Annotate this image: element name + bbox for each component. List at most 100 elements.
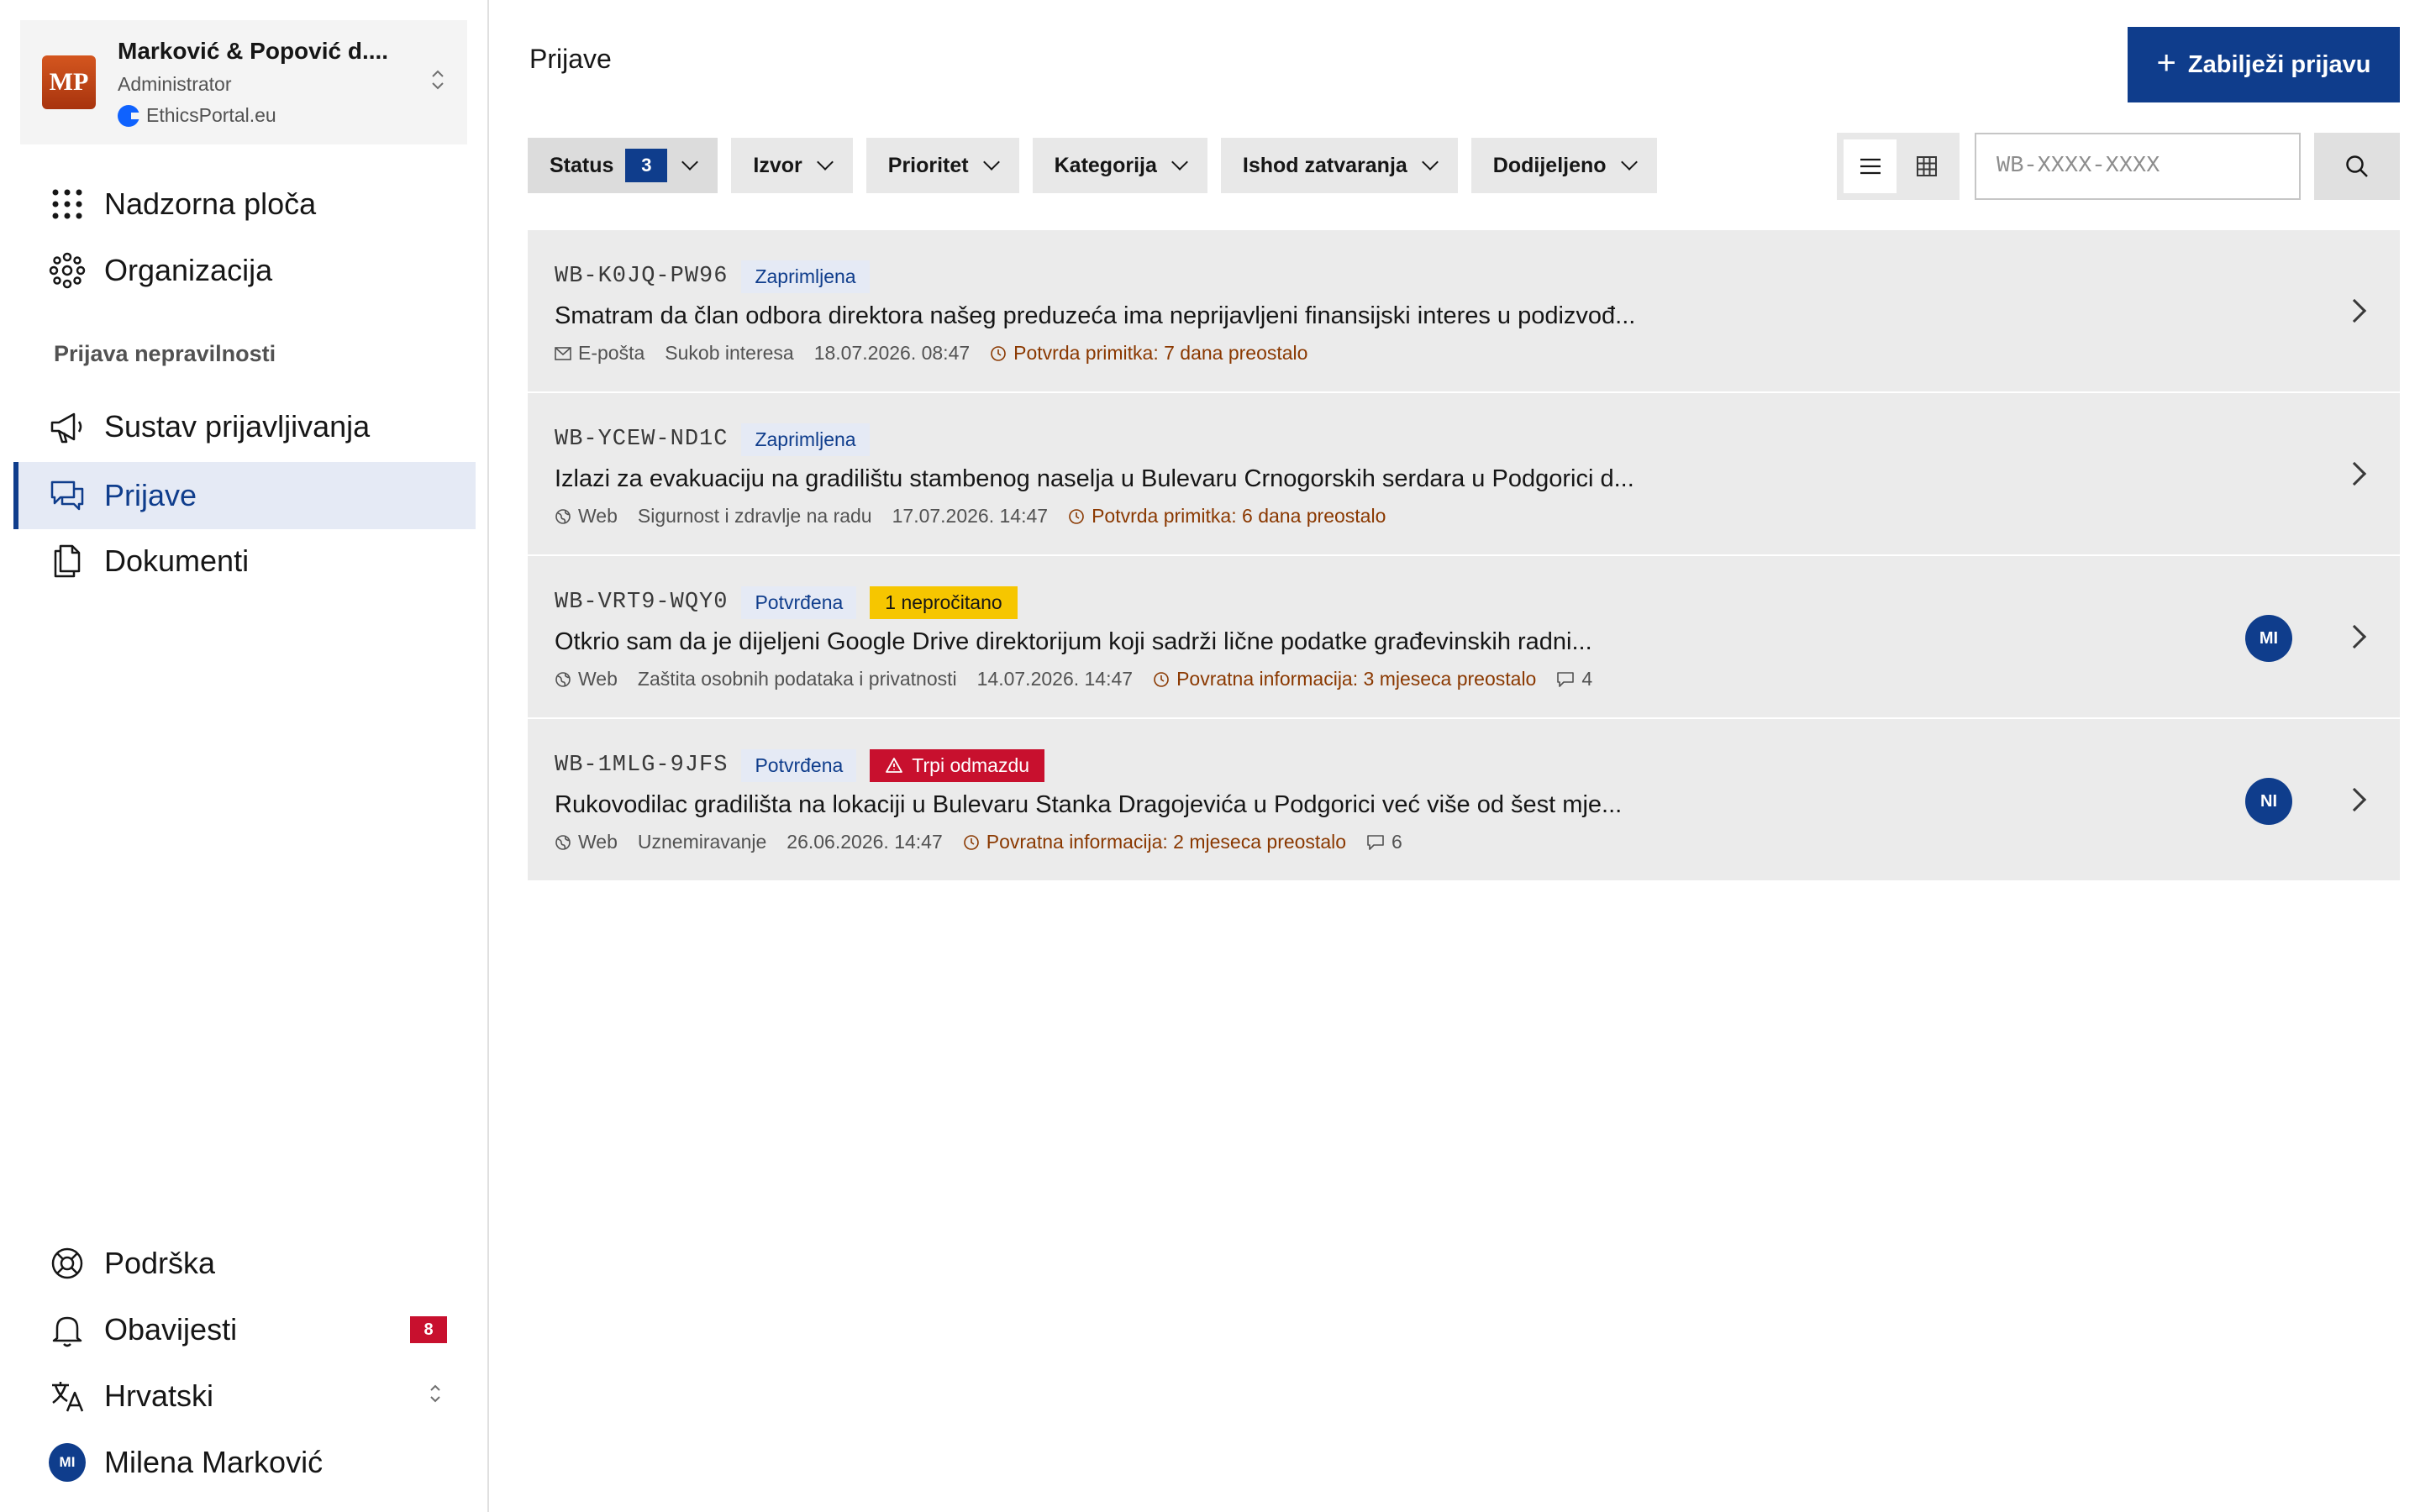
organization-logo: MP bbox=[42, 55, 96, 109]
filter-assigned[interactable]: Dodijeljeno bbox=[1470, 138, 1657, 193]
nav-label-dashboard: Nadzorna ploča bbox=[104, 186, 317, 221]
nav-label-language: Hrvatski bbox=[104, 1378, 214, 1413]
clock-icon bbox=[1154, 671, 1169, 687]
nav-item-organization[interactable]: Organizacija bbox=[13, 237, 476, 304]
report-title: Rukovodilac gradilišta na lokaciji u Bul… bbox=[555, 791, 1623, 818]
nav-item-documents[interactable]: Dokumenti bbox=[13, 528, 476, 595]
report-meta: E-pošta Sukob interesa 18.07.2026. 08:47… bbox=[555, 342, 2400, 365]
clock-icon bbox=[963, 834, 979, 850]
filter-category-label: Kategorija bbox=[1054, 153, 1157, 177]
report-channel-label: E-pošta bbox=[578, 342, 645, 364]
nav-label-reports: Prijave bbox=[104, 478, 197, 512]
nav-label-documents: Dokumenti bbox=[104, 543, 250, 578]
report-row[interactable]: WB-1MLG-9JFS Potvrđena Trpi odmazdu Ruko… bbox=[528, 719, 2400, 882]
sidebar: MP Marković & Popović d.... Administrato… bbox=[0, 0, 489, 1512]
chevron-down-icon bbox=[982, 154, 1000, 171]
assignee-avatar: NI bbox=[2245, 778, 2292, 825]
filter-status[interactable]: Status 3 bbox=[528, 138, 718, 193]
chevron-down-icon bbox=[1620, 154, 1638, 171]
nav-section-heading: Prijava nepravilnosti bbox=[54, 341, 276, 366]
user-avatar-initials: MI bbox=[49, 1443, 86, 1482]
portal-label: EthicsPortal.eu bbox=[118, 104, 430, 127]
nav-item-notifications[interactable]: Obavijesti 8 bbox=[13, 1296, 476, 1363]
report-deadline: Povratna informacija: 3 mjeseca preostal… bbox=[1153, 668, 1536, 690]
report-row[interactable]: WB-K0JQ-PW96 Zaprimljena Smatram da član… bbox=[528, 230, 2400, 393]
nav-item-language[interactable]: Hrvatski bbox=[13, 1362, 476, 1430]
nav-item-reporting-system[interactable]: Sustav prijavljivanja bbox=[13, 393, 476, 460]
status-badge: Potvrđena bbox=[741, 748, 857, 782]
report-date: 18.07.2026. 08:47 bbox=[813, 342, 971, 364]
new-report-button[interactable]: + Zabilježi prijavu bbox=[2128, 27, 2400, 102]
nav-item-user-profile[interactable]: MI Milena Marković bbox=[13, 1429, 476, 1496]
report-id: WB-K0JQ-PW96 bbox=[555, 264, 729, 289]
report-deadline-label: Povratna informacija: 3 mjeseca preostal… bbox=[1176, 668, 1537, 690]
status-badge: Zaprimljena bbox=[741, 423, 870, 456]
report-deadline-label: Potvrda primitka: 6 dana preostalo bbox=[1092, 505, 1386, 527]
report-title: Smatram da član odbora direktora našeg p… bbox=[555, 302, 1636, 329]
report-id-search-input[interactable] bbox=[1975, 133, 2301, 200]
warning-triangle-icon bbox=[886, 758, 903, 773]
report-comments-count: 6 bbox=[1392, 831, 1402, 853]
filter-source[interactable]: Izvor bbox=[731, 138, 853, 193]
report-row[interactable]: WB-YCEW-ND1C Zaprimljena Izlazi za evaku… bbox=[528, 393, 2400, 556]
report-deadline-label: Potvrda primitka: 7 dana preostalo bbox=[1013, 342, 1308, 364]
envelope-icon bbox=[555, 346, 571, 360]
translate-icon bbox=[49, 1378, 86, 1415]
report-deadline-label: Povratna informacija: 2 mjeseca preostal… bbox=[986, 831, 1347, 853]
chevron-down-icon bbox=[681, 154, 699, 171]
nav-item-support[interactable]: Podrška bbox=[13, 1230, 476, 1297]
report-channel-label: Web bbox=[578, 668, 618, 690]
chevron-down-icon bbox=[816, 154, 834, 171]
report-date: 17.07.2026. 14:47 bbox=[892, 505, 1049, 527]
nav-label-notifications: Obavijesti bbox=[104, 1312, 238, 1347]
user-role: Administrator bbox=[118, 73, 232, 95]
status-badge: Zaprimljena bbox=[741, 260, 870, 293]
table-view-button[interactable] bbox=[1900, 139, 1953, 193]
documents-icon bbox=[49, 543, 86, 580]
nav-label-user-name: Milena Marković bbox=[104, 1445, 324, 1479]
filter-source-label: Izvor bbox=[753, 153, 802, 177]
globe-icon bbox=[555, 671, 571, 687]
nav-label-support: Podrška bbox=[104, 1246, 216, 1280]
report-id: WB-VRT9-WQY0 bbox=[555, 590, 729, 615]
report-meta: Web Zaštita osobnih podataka i privatnos… bbox=[555, 668, 2400, 690]
filter-status-count-badge: 3 bbox=[625, 149, 668, 182]
report-channel: Web bbox=[555, 505, 618, 528]
organization-network-icon bbox=[49, 252, 86, 289]
retaliation-alert-label: Trpi odmazdu bbox=[912, 753, 1030, 776]
globe-icon bbox=[555, 508, 571, 524]
filter-category[interactable]: Kategorija bbox=[1032, 138, 1207, 193]
report-title: Otkrio sam da je dijeljeni Google Drive … bbox=[555, 628, 1592, 655]
report-category: Uznemiravanje bbox=[637, 831, 767, 853]
portal-logo-icon bbox=[118, 104, 141, 127]
status-badge: Potvrđena bbox=[741, 585, 857, 619]
chevron-up-down-icon bbox=[429, 1383, 442, 1410]
filter-priority[interactable]: Prioritet bbox=[865, 138, 1019, 193]
assignee-avatar: MI bbox=[2245, 615, 2292, 662]
comment-icon bbox=[1367, 834, 1384, 850]
list-icon bbox=[1860, 158, 1881, 175]
nav-item-dashboard[interactable]: Nadzorna ploča bbox=[13, 171, 476, 238]
report-deadline: Potvrda primitka: 6 dana preostalo bbox=[1068, 505, 1386, 528]
organization-switcher[interactable]: MP Marković & Popović d.... Administrato… bbox=[20, 20, 467, 144]
search-icon bbox=[2346, 155, 2368, 177]
search-button[interactable] bbox=[2314, 133, 2400, 200]
chevron-down-icon bbox=[1171, 154, 1188, 171]
organization-info: Marković & Popović d.... Administrator E… bbox=[118, 38, 430, 127]
chevron-down-icon bbox=[1421, 154, 1439, 171]
report-channel: Web bbox=[555, 668, 618, 690]
megaphone-icon bbox=[49, 408, 86, 445]
nav-item-reports[interactable]: Prijave bbox=[13, 462, 476, 529]
bell-icon bbox=[49, 1311, 86, 1348]
clock-icon bbox=[1069, 508, 1084, 524]
table-grid-icon bbox=[1916, 156, 1937, 176]
report-meta: Web Uznemiravanje 26.06.2026. 14:47 Povr… bbox=[555, 831, 2400, 853]
filter-outcome-label: Ishod zatvaranja bbox=[1242, 153, 1407, 177]
view-toggle bbox=[1837, 133, 1960, 200]
nav-label-reporting-system: Sustav prijavljivanja bbox=[104, 409, 371, 444]
report-row[interactable]: WB-VRT9-WQY0 Potvrđena 1 nepročitano Otk… bbox=[528, 556, 2400, 719]
filter-outcome[interactable]: Ishod zatvaranja bbox=[1220, 138, 1458, 193]
report-deadline: Povratna informacija: 2 mjeseca preostal… bbox=[963, 831, 1346, 853]
list-view-button[interactable] bbox=[1844, 139, 1897, 193]
new-report-button-label: Zabilježi prijavu bbox=[2187, 50, 2371, 78]
